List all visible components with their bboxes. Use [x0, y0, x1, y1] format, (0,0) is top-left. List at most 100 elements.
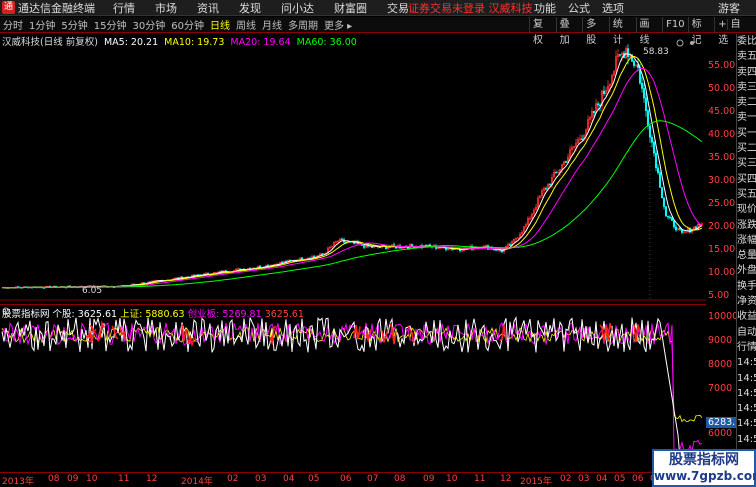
period-tab-1min[interactable]: 1分钟: [29, 17, 55, 32]
kline-svg[interactable]: 58.83 6.05: [0, 34, 706, 302]
side-panel-item[interactable]: 买四: [737, 172, 756, 187]
side-panel-item[interactable]: 涨幅: [737, 233, 756, 248]
candle-body: [674, 226, 678, 231]
tool-button-mark[interactable]: 标记: [687, 16, 715, 46]
tool-button-stats[interactable]: 统计: [608, 16, 636, 46]
price-tick: 45.00: [708, 106, 736, 117]
side-panel-item[interactable]: 买五: [737, 187, 756, 202]
candle-body: [312, 256, 316, 258]
period-tab-more[interactable]: 更多 ▸: [324, 17, 352, 32]
legend-ma5: MA5: 20.21: [103, 37, 159, 48]
ma-legend: 汉威科技(日线 前复权) MA5: 20.21 MA10: 19.73 MA20…: [2, 34, 360, 48]
side-panel-item[interactable]: 买一: [737, 126, 756, 141]
side-panel-item[interactable]: 外盘: [737, 263, 756, 278]
low-price-label: 6.05: [82, 286, 102, 296]
tool-button-overlay[interactable]: 叠加: [555, 16, 583, 46]
side-panel-item[interactable]: 买二: [737, 141, 756, 156]
side-panel-item[interactable]: 换手: [737, 279, 756, 294]
side-panel-item[interactable]: 14:50: [737, 355, 756, 370]
period-toolbar: 分时 1分钟 5分钟 15分钟 30分钟 60分钟 日线 周线 月线 多周期 更…: [0, 16, 756, 46]
highlight-segment: [187, 334, 195, 348]
tool-button-multi-stock[interactable]: 多股: [582, 16, 609, 46]
price-tick: 5.00: [708, 290, 730, 301]
guest-label[interactable]: 游客: [718, 0, 740, 16]
period-tab-weekly[interactable]: 周线: [236, 17, 256, 32]
tool-button-f10[interactable]: F10: [662, 16, 687, 33]
side-panel-item[interactable]: 现价: [737, 202, 756, 217]
side-panel-item[interactable]: 14:50: [737, 416, 756, 431]
legend-stock: 个股: 3625.61: [52, 309, 118, 320]
period-tab-monthly[interactable]: 月线: [262, 17, 282, 32]
period-tab-30min[interactable]: 30分钟: [132, 17, 165, 32]
side-panel-item[interactable]: 14:50: [737, 401, 756, 416]
menu-item-wealth[interactable]: 财富圈: [334, 0, 367, 16]
login-status[interactable]: 证券交易未登录 汉威科技: [408, 0, 533, 16]
period-tab-60min[interactable]: 60分钟: [171, 17, 204, 32]
candle-body: [492, 249, 496, 251]
side-panel-item[interactable]: 卖三: [737, 80, 756, 95]
candle-body: [672, 220, 676, 228]
candle-body: [592, 110, 596, 114]
price-tick: 10.00: [708, 267, 736, 278]
candle-body: [664, 206, 668, 217]
side-panel-item[interactable]: 买三: [737, 156, 756, 171]
side-panel-item[interactable]: 行情: [737, 340, 756, 355]
menu-item-market[interactable]: 市场: [155, 0, 177, 16]
stock-line: [1, 315, 702, 464]
candle-body: [548, 183, 552, 185]
date-tick: 03: [578, 474, 590, 484]
candle-body: [652, 142, 656, 154]
price-tick: 15.00: [708, 244, 736, 255]
side-panel-item[interactable]: 卖二: [737, 95, 756, 110]
app-title: 通达信金融终端: [18, 1, 95, 15]
side-panel-item[interactable]: 卖五: [737, 49, 756, 64]
side-panel-item[interactable]: 委比: [737, 34, 756, 49]
period-tab-multi[interactable]: 多周期: [288, 17, 318, 32]
side-panel-item[interactable]: 卖四: [737, 65, 756, 80]
side-panel-item[interactable]: 卖一: [737, 110, 756, 125]
candle-body: [650, 136, 654, 143]
period-tab-timeshare[interactable]: 分时: [3, 17, 23, 32]
tool-button-draw[interactable]: 画线: [635, 16, 663, 46]
candle-body: [544, 188, 548, 190]
side-panel-item[interactable]: 净资: [737, 294, 756, 309]
menu-item-discover[interactable]: 发现: [239, 0, 261, 16]
period-tab-15min[interactable]: 15分钟: [94, 17, 127, 32]
date-tick: 2014年: [181, 477, 213, 487]
watermark-url: www.7gpzb.com: [654, 469, 756, 483]
candle-body: [644, 97, 648, 112]
legend-value: 3625.61: [264, 309, 304, 320]
watermark-logo: 股票指标网 www.7gpzb.com: [652, 449, 756, 487]
menu-item-market-quotes[interactable]: 行情: [113, 0, 135, 16]
dot-icon: [690, 41, 694, 45]
side-panel-item[interactable]: 自动: [737, 325, 756, 340]
indicator-chart[interactable]: 股票指标网 个股: 3625.61 上证: 5880.63 创业板: 5269.…: [0, 304, 706, 472]
indicator-svg[interactable]: [0, 305, 706, 473]
side-panel-item[interactable]: 14:50: [737, 386, 756, 401]
tool-button-watchlist[interactable]: + 自选: [714, 16, 756, 46]
menu-item-news[interactable]: 资讯: [197, 0, 219, 16]
candle-body: [666, 215, 670, 218]
side-panel-item[interactable]: 总量: [737, 248, 756, 263]
side-panel-item[interactable]: 收益: [737, 309, 756, 324]
price-tick: 55.00: [708, 60, 736, 71]
tool-button-adjust[interactable]: 复权: [529, 16, 556, 46]
menu-item-ask[interactable]: 问小达: [281, 0, 314, 16]
date-tick: 2015年: [520, 477, 552, 487]
side-panel-item[interactable]: 14:50: [737, 432, 756, 447]
date-tick: 11: [118, 474, 130, 484]
menu-item-trade[interactable]: 交易: [387, 0, 409, 16]
chart-title: 汉威科技(日线 前复权): [2, 37, 98, 48]
menu-item-options[interactable]: 选项: [602, 0, 624, 16]
settings-icon: [676, 39, 684, 47]
date-tick: 12: [500, 474, 512, 484]
menu-item-function[interactable]: 功能: [534, 0, 556, 16]
period-tab-daily[interactable]: 日线: [210, 17, 230, 32]
side-panel-item[interactable]: 涨跌: [737, 218, 756, 233]
candle-body: [670, 217, 674, 221]
side-panel-item[interactable]: 14:50: [737, 371, 756, 386]
menu-item-formula[interactable]: 公式: [568, 0, 590, 16]
period-tab-5min[interactable]: 5分钟: [61, 17, 87, 32]
kline-chart[interactable]: 58.83 6.05 汉威科技(日线 前复权) MA5: 20.21 MA10: …: [0, 34, 706, 302]
candle-body: [654, 152, 658, 169]
